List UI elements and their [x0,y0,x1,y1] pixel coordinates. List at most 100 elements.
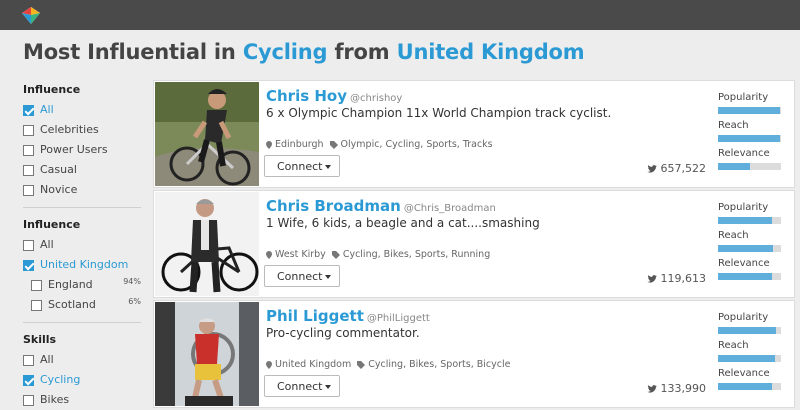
influencer-name[interactable]: Chris Hoy @chrishoy [266,87,402,105]
metric-popularity: Popularity [718,91,788,119]
filter-option-scotland[interactable]: Scotland 6% [23,295,143,315]
influencer-meta: Edinburgh Olympic, Cycling, Sports, Trac… [266,139,493,150]
filter-option-label: All [40,238,54,251]
influencer-name[interactable]: Chris Broadman @Chris_Broadman [266,197,496,215]
name-text[interactable]: Chris Broadman [266,197,401,215]
metric-relevance: Relevance [718,147,788,175]
influencer-bio: Pro-cycling commentator. [266,326,420,340]
filter-option-label: United Kingdom [40,258,129,271]
twitter-handle[interactable]: @chrishoy [350,93,402,104]
title-topic[interactable]: Cycling [243,40,328,64]
tags-text: Olympic, Cycling, Sports, Tracks [340,139,493,150]
location-pin-icon [266,360,272,369]
filter-option-all[interactable]: All [23,350,143,370]
location-text: United Kingdom [275,359,352,370]
checkbox[interactable] [23,144,34,156]
metric-bar [718,383,781,390]
metric-bar [718,217,781,224]
filter-group-title: Influence [23,218,81,231]
follower-count-text: 657,522 [660,162,707,175]
filter-option-label: England [48,278,93,291]
connect-button[interactable]: Connect [264,155,340,177]
twitter-handle[interactable]: @PhilLiggett [367,313,430,324]
metric-bar-fill [718,245,773,252]
filter-option-label: Bikes [40,393,70,406]
metric-label: Relevance [718,258,770,269]
app-logo-icon[interactable] [22,7,40,24]
metric-bar [718,355,781,362]
follower-count: 119,613 [646,272,706,285]
name-text[interactable]: Phil Liggett [266,307,364,325]
checkbox-checked[interactable] [23,374,34,386]
profile-photo[interactable] [155,302,259,406]
metric-label: Popularity [718,92,769,103]
checkbox[interactable] [31,279,42,291]
filter-option-label: Cycling [40,373,81,386]
filter-sidebar: Influence All Celebrities Power Users Ca… [23,80,143,410]
divider [23,322,141,323]
twitter-handle[interactable]: @Chris_Broadman [404,203,496,214]
filter-option-label: Power Users [40,143,108,156]
title-location[interactable]: United Kingdom [397,40,585,64]
twitter-bird-icon [646,274,657,283]
filter-option-celebrities[interactable]: Celebrities [23,120,143,140]
caret-down-icon [325,165,331,169]
influencer-name[interactable]: Phil Liggett @PhilLiggett [266,307,430,325]
checkbox[interactable] [23,164,34,176]
metric-relevance: Relevance [718,257,788,285]
influencer-meta: West Kirby Cycling, Bikes, Sports, Runni… [266,249,490,260]
page-title: Most Influential in Cycling from United … [23,40,585,64]
tag-icon [331,250,340,259]
checkbox[interactable] [23,354,34,366]
connect-label: Connect [277,159,323,173]
tags-text: Cycling, Bikes, Sports, Running [342,249,491,260]
filter-option-cycling[interactable]: Cycling [23,370,143,390]
checkbox[interactable] [23,184,34,196]
connect-button[interactable]: Connect [264,265,340,287]
metric-label: Reach [718,230,749,241]
checkbox-checked[interactable] [23,259,34,271]
checkbox[interactable] [31,299,42,311]
profile-photo[interactable] [155,192,259,296]
metric-bar [718,135,781,142]
metrics-panel: Popularity Reach Relevance [718,91,788,175]
metric-bar [718,327,781,334]
connect-button[interactable]: Connect [264,375,340,397]
metric-label: Relevance [718,368,770,379]
checkbox[interactable] [23,394,34,406]
influencer-bio: 1 Wife, 6 kids, a beagle and a cat....sm… [266,216,540,230]
filter-option-label: Scotland [48,298,96,311]
metric-bar-fill [718,383,773,390]
filter-option-all[interactable]: All [23,100,143,120]
title-prefix: Most Influential in [23,40,236,64]
metric-relevance: Relevance [718,367,788,395]
filter-option-label: All [40,103,54,116]
filter-option-england[interactable]: England 94% [23,275,143,295]
filter-option-all[interactable]: All [23,235,143,255]
twitter-bird-icon [646,164,657,173]
filter-option-novice[interactable]: Novice [23,180,143,200]
metric-bar [718,245,781,252]
metric-bar [718,273,781,280]
caret-down-icon [325,385,331,389]
checkbox[interactable] [23,124,34,136]
connect-label: Connect [277,269,323,283]
name-text[interactable]: Chris Hoy [266,87,347,105]
filter-option-label: All [40,353,54,366]
filter-option-power-users[interactable]: Power Users [23,140,143,160]
filter-option-casual[interactable]: Casual [23,160,143,180]
filter-option-label: Casual [40,163,77,176]
filter-option-bikes[interactable]: Bikes [23,390,143,410]
metric-bar-fill [718,135,780,142]
location-text: Edinburgh [275,139,324,150]
profile-photo[interactable] [155,82,259,186]
metric-label: Popularity [718,312,769,323]
filter-group-title: Skills [23,333,57,346]
caret-down-icon [325,275,331,279]
follower-count-text: 133,990 [660,382,707,395]
metric-label: Reach [718,120,749,131]
checkbox[interactable] [23,239,34,251]
metrics-panel: Popularity Reach Relevance [718,311,788,395]
tag-icon [329,140,338,149]
checkbox-checked[interactable] [23,104,34,116]
